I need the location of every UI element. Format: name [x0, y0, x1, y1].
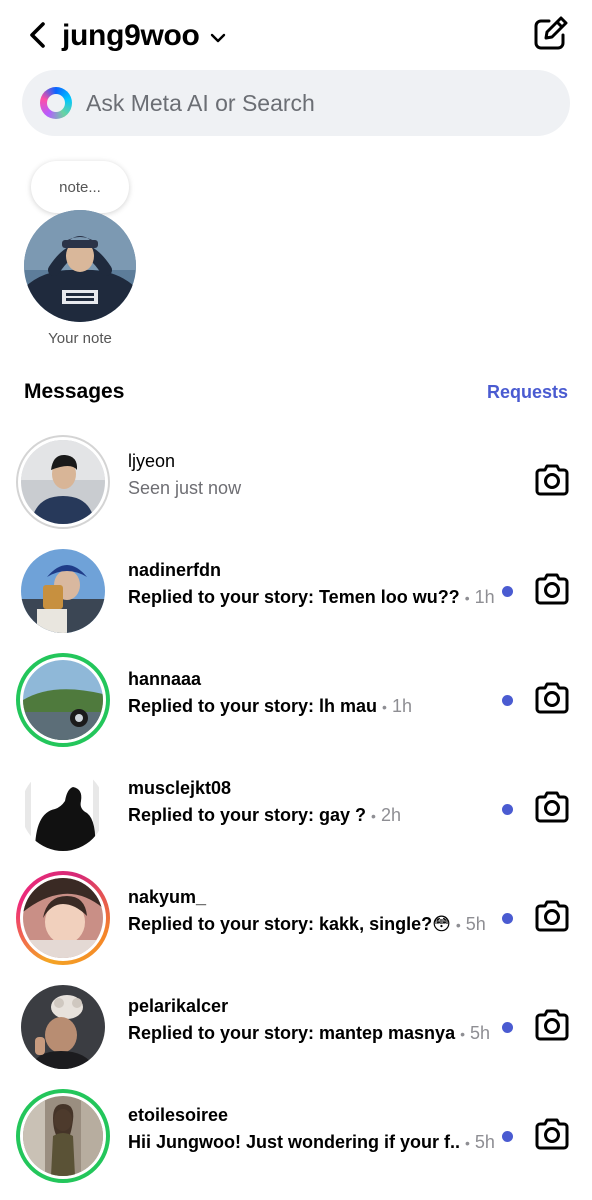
avatar: [21, 440, 105, 524]
camera-icon: [535, 1009, 569, 1041]
avatar-ring: [16, 435, 110, 529]
conversation-row[interactable]: hannaaa Replied to your story: lh mau • …: [0, 648, 592, 752]
camera-icon: [535, 900, 569, 932]
camera-button[interactable]: [532, 569, 572, 609]
timestamp: 5h: [469, 1023, 491, 1043]
avatar-ring: [16, 871, 110, 965]
chevron-left-icon: [30, 22, 45, 48]
conversation-username: ljyeon: [128, 451, 176, 471]
search-placeholder: Ask Meta AI or Search: [86, 89, 315, 116]
your-note: note... Your note: [22, 158, 138, 358]
camera-button[interactable]: [532, 678, 572, 718]
camera-button[interactable]: [532, 896, 572, 936]
camera-icon: [535, 464, 569, 496]
unread-indicator: [502, 695, 513, 706]
avatar: [21, 549, 105, 633]
conversation-row[interactable]: etoilesoiree Hii Jungwoo! Just wondering…: [0, 1084, 592, 1188]
preview-text: Replied to your story: gay ?: [128, 805, 367, 825]
conversation-username: musclejkt08: [128, 778, 232, 798]
note-label: Your note: [48, 330, 112, 347]
camera-icon: [535, 573, 569, 605]
conversation-preview: Replied to your story: lh mau • 1h: [128, 696, 412, 716]
preview-text: Replied to your story: Temen loo wu??: [128, 587, 460, 607]
compose-icon: [534, 16, 568, 50]
avatar-ring: [16, 1089, 110, 1183]
timestamp: 1h: [474, 587, 495, 607]
unread-indicator: [502, 1131, 513, 1142]
conversation-row[interactable]: musclejkt08 Replied to your story: gay ?…: [0, 757, 592, 861]
preview-text: Replied to your story: mantep masnya: [128, 1023, 456, 1043]
timestamp: 5h: [465, 914, 486, 934]
conversation-preview: Replied to your story: mantep masnya • 5…: [128, 1023, 491, 1043]
header: jung9woo: [0, 0, 592, 70]
camera-icon: [535, 682, 569, 714]
unread-indicator: [502, 804, 513, 815]
unread-indicator: [502, 913, 513, 924]
account-name: jung9woo: [62, 19, 200, 52]
note-avatar[interactable]: [24, 210, 136, 322]
conversation-row[interactable]: ljyeon Seen just now: [0, 430, 592, 534]
avatar: [23, 878, 103, 958]
unread-indicator: [502, 586, 513, 597]
avatar: [23, 1096, 103, 1176]
avatar-ring: [16, 653, 110, 747]
unread-indicator: [502, 1022, 513, 1033]
preview-text: Replied to your story: lh mau: [128, 696, 378, 716]
conversation-username: hannaaa: [128, 669, 202, 689]
conversation-username: nakyum_: [128, 887, 207, 907]
conversation-row[interactable]: nakyum_ Replied to your story: kakk, sin…: [0, 866, 592, 970]
conversation-row[interactable]: pelarikalcer Replied to your story: mant…: [0, 975, 592, 1079]
conversation-username: etoilesoiree: [128, 1105, 229, 1125]
note-bubble[interactable]: note...: [31, 161, 129, 213]
camera-button[interactable]: [532, 1114, 572, 1154]
avatar: [21, 767, 105, 851]
timestamp: 2h: [380, 805, 401, 825]
timestamp: 5h: [474, 1132, 495, 1152]
conversation-preview: Hii Jungwoo! Just wondering if your f.. …: [128, 1132, 495, 1152]
search-bar[interactable]: Ask Meta AI or Search: [22, 70, 570, 136]
conversation-preview: Replied to your story: gay ? • 2h: [128, 805, 401, 825]
conversation-preview: Replied to your story: kakk, single?😳 • …: [128, 914, 486, 934]
camera-icon: [535, 791, 569, 823]
avatar: [23, 660, 103, 740]
conversation-preview: Seen just now: [128, 478, 241, 499]
timestamp: 1h: [391, 696, 412, 716]
camera-icon: [535, 1118, 569, 1150]
avatar: [21, 985, 105, 1069]
chevron-down-icon: [210, 33, 226, 43]
preview-text: Seen just now: [128, 478, 242, 498]
messages-title: Messages: [24, 380, 125, 403]
avatar-ring: [16, 544, 110, 638]
account-switcher[interactable]: jung9woo: [62, 16, 226, 56]
back-button[interactable]: [22, 18, 54, 52]
preview-text: Replied to your story: kakk, single?😳: [128, 914, 451, 934]
camera-button[interactable]: [532, 787, 572, 827]
camera-button[interactable]: [532, 1005, 572, 1045]
compose-button[interactable]: [530, 14, 570, 54]
preview-text: Hii Jungwoo! Just wondering if your f..: [128, 1132, 460, 1152]
avatar-ring: [16, 762, 110, 856]
conversation-username: nadinerfdn: [128, 560, 221, 580]
avatar-ring: [16, 980, 110, 1074]
camera-button[interactable]: [532, 460, 572, 500]
conversation-preview: Replied to your story: Temen loo wu?? • …: [128, 587, 495, 607]
conversation-row[interactable]: nadinerfdn Replied to your story: Temen …: [0, 539, 592, 643]
conversation-username: pelarikalcer: [128, 996, 229, 1016]
meta-ai-icon: [40, 87, 72, 119]
requests-link[interactable]: Requests: [487, 382, 568, 403]
